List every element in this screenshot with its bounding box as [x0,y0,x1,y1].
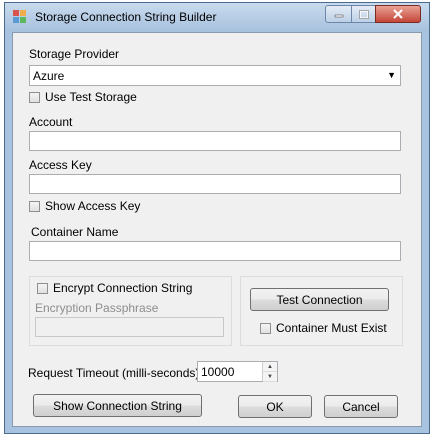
request-timeout-stepper[interactable]: 10000 ▲ ▼ [197,361,278,382]
connection-test-group [240,276,403,346]
storage-provider-select[interactable]: Azure ▼ [29,65,401,86]
show-access-key-label: Show Access Key [45,199,141,213]
dialog-body: Storage Provider Azure ▼ Use Test Storag… [12,32,422,427]
use-test-storage-label: Use Test Storage [45,90,137,104]
maximize-button[interactable] [351,5,376,23]
minimize-icon [334,14,343,18]
encrypt-connection-string-checkbox[interactable]: Encrypt Connection String [37,281,192,295]
encrypt-connection-string-label: Encrypt Connection String [53,281,193,295]
container-must-exist-checkbox[interactable]: Container Must Exist [260,321,387,335]
access-key-input[interactable] [29,174,401,194]
close-button[interactable] [375,5,421,23]
account-label: Account [29,115,73,129]
test-connection-button[interactable]: Test Connection [250,288,389,311]
show-access-key-checkbox[interactable]: Show Access Key [29,199,140,213]
stepper-arrows[interactable]: ▲ ▼ [262,362,277,382]
encryption-passphrase-label: Encryption Passphrase [35,301,159,315]
maximize-icon [358,9,369,19]
container-name-input[interactable] [29,241,401,261]
checkbox-box[interactable] [260,322,271,334]
storage-provider-label: Storage Provider [29,47,120,61]
window-title: Storage Connection String Builder [35,10,217,24]
encryption-passphrase-input [35,317,224,337]
use-test-storage-checkbox[interactable]: Use Test Storage [29,90,137,104]
show-connection-string-button[interactable]: Show Connection String [33,394,202,417]
chevron-down-icon: ▼ [387,70,396,80]
request-timeout-label: Request Timeout (milli-seconds) [28,366,200,380]
checkbox-box[interactable] [29,200,40,212]
container-name-label: Container Name [31,225,119,239]
container-must-exist-label: Container Must Exist [276,321,387,335]
stepper-down-icon[interactable]: ▼ [263,372,277,382]
checkbox-box[interactable] [37,282,48,294]
account-input[interactable] [29,131,401,151]
cancel-button[interactable]: Cancel [324,395,398,418]
minimize-button[interactable] [325,5,352,23]
request-timeout-value: 10000 [201,365,235,379]
app-icon [13,10,27,24]
access-key-label: Access Key [29,158,92,172]
stepper-up-icon[interactable]: ▲ [263,362,277,372]
ok-button[interactable]: OK [238,395,312,418]
storage-provider-value: Azure [33,69,65,83]
checkbox-box[interactable] [29,91,40,103]
title-bar[interactable]: Storage Connection String Builder [5,3,429,31]
close-icon [393,9,403,19]
dialog-window: Storage Connection String Builder Storag… [4,2,430,434]
